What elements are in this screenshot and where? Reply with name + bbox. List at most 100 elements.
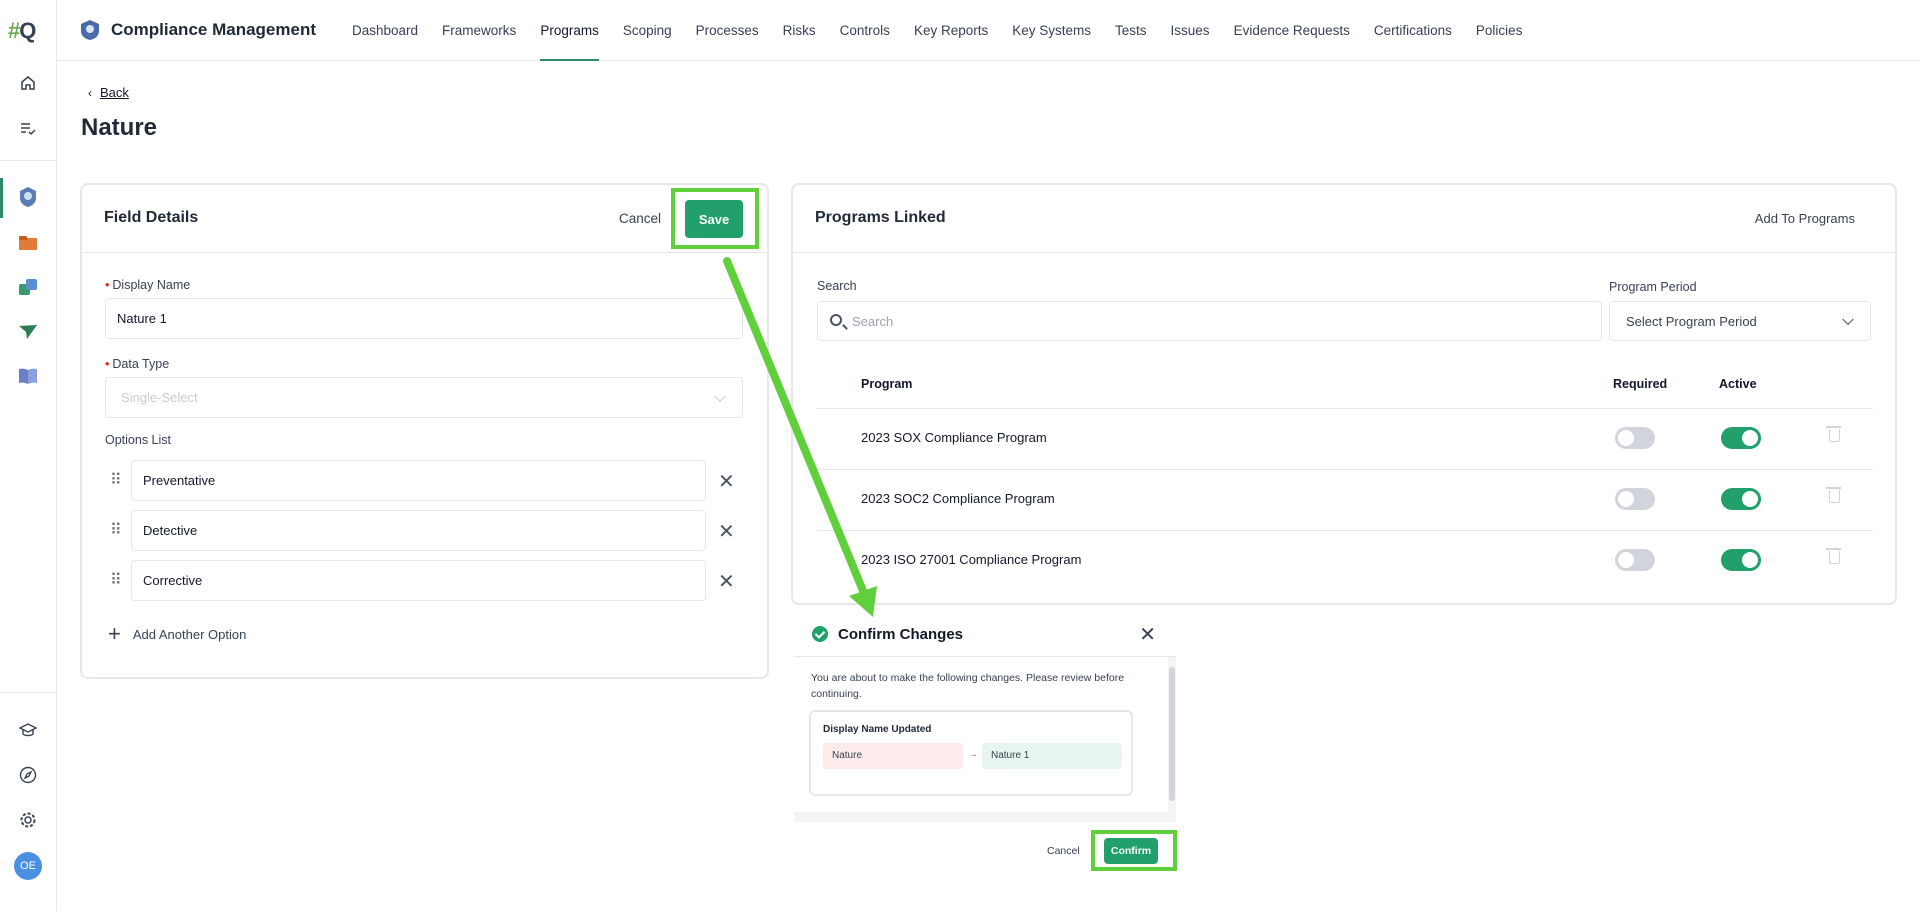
cancel-button[interactable]: Cancel xyxy=(619,211,661,226)
field-details-header: Field Details Cancel Save xyxy=(82,185,767,253)
active-toggle[interactable] xyxy=(1721,549,1761,571)
nav-evidence-requests[interactable]: Evidence Requests xyxy=(1222,0,1362,61)
required-toggle[interactable] xyxy=(1615,427,1655,449)
program-period-select[interactable]: Select Program Period xyxy=(1609,301,1871,341)
nav-controls[interactable]: Controls xyxy=(828,0,902,61)
nav-processes[interactable]: Processes xyxy=(684,0,771,61)
program-period-label: Program Period xyxy=(1609,280,1697,294)
paper-plane-icon[interactable] xyxy=(14,318,42,346)
toggle-knob xyxy=(1618,491,1634,507)
nav-certifications[interactable]: Certifications xyxy=(1362,0,1464,61)
search-label: Search xyxy=(817,279,857,293)
nav-tests[interactable]: Tests xyxy=(1103,0,1159,61)
top-bar: Compliance Management Dashboard Framewor… xyxy=(57,0,1920,61)
program-name[interactable]: 2023 SOX Compliance Program xyxy=(861,430,1047,445)
rail-divider xyxy=(0,160,57,161)
program-period-placeholder: Select Program Period xyxy=(1626,313,1757,329)
nav-key-reports[interactable]: Key Reports xyxy=(902,0,1000,61)
home-icon[interactable] xyxy=(14,69,42,97)
user-avatar[interactable]: OE xyxy=(14,852,42,880)
remove-option-icon[interactable]: ✕ xyxy=(718,569,735,594)
data-type-label: • Data Type xyxy=(105,357,169,371)
trash-icon[interactable] xyxy=(1826,487,1841,503)
left-rail: #Q OE xyxy=(0,0,57,911)
back-link[interactable]: ‹ Back xyxy=(88,85,129,100)
task-list-icon[interactable] xyxy=(14,114,42,142)
display-name-label: • Display Name xyxy=(105,278,190,292)
search-icon xyxy=(830,314,842,326)
main-nav: Dashboard Frameworks Programs Scoping Pr… xyxy=(340,0,1534,61)
graduation-cap-icon[interactable] xyxy=(14,716,42,744)
required-marker: • xyxy=(105,357,110,371)
drag-handle-icon[interactable]: ⠿ xyxy=(110,520,122,540)
required-marker: • xyxy=(105,278,110,292)
search-field[interactable]: Search xyxy=(817,301,1602,341)
programs-linked-header: Programs Linked Add To Programs xyxy=(793,185,1895,253)
rail-divider-bottom xyxy=(0,692,57,693)
book-icon[interactable] xyxy=(14,362,42,390)
program-name[interactable]: 2023 SOC2 Compliance Program xyxy=(861,491,1055,506)
required-toggle[interactable] xyxy=(1615,488,1655,510)
option-input[interactable]: Preventative xyxy=(131,460,706,501)
remove-option-icon[interactable]: ✕ xyxy=(718,519,735,544)
program-name[interactable]: 2023 ISO 27001 Compliance Program xyxy=(861,552,1081,567)
save-highlight-box xyxy=(671,188,759,249)
logo-q: Q xyxy=(19,18,36,43)
nav-programs[interactable]: Programs xyxy=(528,0,611,61)
dialog-cancel-button[interactable]: Cancel xyxy=(1047,845,1080,857)
column-header-required: Required xyxy=(1613,377,1668,391)
old-value: Nature xyxy=(823,743,963,769)
add-option-button[interactable]: + Add Another Option xyxy=(108,623,246,645)
nav-issues[interactable]: Issues xyxy=(1159,0,1222,61)
active-toggle[interactable] xyxy=(1721,427,1761,449)
add-to-programs-button[interactable]: Add To Programs xyxy=(1755,211,1855,226)
drag-handle-icon[interactable]: ⠿ xyxy=(110,570,122,590)
required-toggle[interactable] xyxy=(1615,549,1655,571)
gear-icon[interactable] xyxy=(14,806,42,834)
chevron-left-icon: ‹ xyxy=(88,85,92,100)
chevron-down-icon xyxy=(714,390,726,402)
options-list-label: Options List xyxy=(105,433,172,447)
search-input[interactable]: Search xyxy=(852,314,893,329)
folder-icon[interactable] xyxy=(14,229,42,257)
horizontal-scrollbar[interactable] xyxy=(794,812,1176,822)
chevron-down-icon xyxy=(1842,313,1854,326)
programs-linked-title: Programs Linked xyxy=(815,209,946,226)
toggle-knob xyxy=(1618,430,1634,446)
back-label: Back xyxy=(100,85,129,100)
active-toggle[interactable] xyxy=(1721,488,1761,510)
check-circle-icon xyxy=(812,626,828,642)
programs-linked-card: Programs Linked Add To Programs Search S… xyxy=(791,183,1897,605)
nav-scoping[interactable]: Scoping xyxy=(611,0,684,61)
field-details-card: Field Details Cancel Save xyxy=(80,183,769,679)
sync-icon[interactable] xyxy=(14,273,42,301)
dialog-message: You are about to make the following chan… xyxy=(811,672,1125,700)
compliance-app-icon xyxy=(81,20,99,40)
nav-frameworks[interactable]: Frameworks xyxy=(430,0,528,61)
column-header-program: Program xyxy=(861,377,913,391)
drag-handle-icon[interactable]: ⠿ xyxy=(110,470,122,490)
trash-icon[interactable] xyxy=(1826,548,1841,564)
table-row: 2023 SOX Compliance Program xyxy=(817,408,1873,469)
close-icon[interactable]: ✕ xyxy=(1139,622,1156,647)
nav-policies[interactable]: Policies xyxy=(1464,0,1535,61)
display-name-input[interactable]: Nature 1 xyxy=(105,298,743,339)
remove-option-icon[interactable]: ✕ xyxy=(718,469,735,494)
compass-icon[interactable] xyxy=(14,761,42,789)
option-input[interactable]: Detective xyxy=(131,510,706,551)
option-input[interactable]: Corrective xyxy=(131,560,706,601)
app-title: Compliance Management xyxy=(111,20,316,39)
nav-dashboard[interactable]: Dashboard xyxy=(340,0,430,61)
compliance-badge-icon[interactable] xyxy=(14,183,42,211)
vertical-scrollbar[interactable] xyxy=(1168,657,1176,813)
page-title: Nature xyxy=(81,114,158,141)
app-logo[interactable]: #Q xyxy=(8,18,36,44)
scrollbar-thumb[interactable] xyxy=(1169,667,1175,801)
plus-icon: + xyxy=(108,621,121,646)
logo-hash: # xyxy=(8,18,20,43)
trash-icon[interactable] xyxy=(1826,426,1841,442)
arrow-right-icon: → xyxy=(968,749,978,760)
nav-risks[interactable]: Risks xyxy=(771,0,828,61)
change-summary: Display Name Updated Nature → Nature 1 xyxy=(809,710,1133,796)
nav-key-systems[interactable]: Key Systems xyxy=(1000,0,1103,61)
